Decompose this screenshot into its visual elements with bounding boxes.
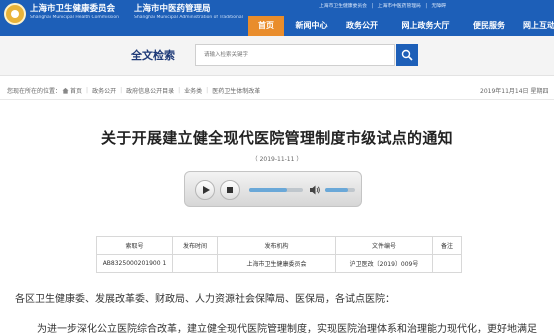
breadcrumb-item-business[interactable]: 业务类: [184, 86, 202, 95]
search-title: 全文检索: [131, 49, 175, 62]
breadcrumb-item-government-affairs[interactable]: 政务公开: [92, 86, 116, 95]
table-cell-remarks: [432, 254, 462, 273]
table-header-cell: 索取号: [96, 236, 173, 255]
document-title: 关于开展建立健全现代医院管理制度市级试点的通知: [101, 129, 453, 147]
progress-bar-fill: [249, 188, 287, 192]
emblem-logo-icon: [4, 3, 26, 25]
top-link-separator: |: [371, 4, 374, 9]
stop-icon[interactable]: [220, 180, 240, 200]
org-name-health-commission[interactable]: 上海市卫生健康委员会: [30, 2, 115, 14]
site-header: 上海市卫生健康委员会 Shanghai Municipal Health Com…: [0, 0, 554, 36]
table-cell-index-number: AB8325000201900 1: [96, 254, 173, 273]
breadcrumb-item-medical-reform[interactable]: 医药卫生体制改革: [212, 86, 260, 95]
main-nav: 首页 新闻中心 政务公开 网上政务大厅 便民服务 网上互动: [248, 16, 554, 36]
top-link-separator: |: [425, 4, 428, 9]
volume-icon[interactable]: [309, 184, 321, 196]
breadcrumb-prefix: 您现在所在的位置：: [7, 88, 62, 95]
breadcrumb: 您现在所在的位置： 首页 | 政务公开 | 政府信息公开目录 | 业务类 | 医…: [7, 86, 260, 95]
table-cell-document-number: 沪卫医改〔2019〕009号: [335, 254, 433, 273]
volume-slider-fill: [325, 188, 348, 192]
search-band: 全文检索: [0, 36, 554, 76]
nav-convenience-services[interactable]: 便民服务: [463, 16, 515, 36]
table-row: AB8325000201900 1 上海市卫生健康委员会 沪卫医改〔2019〕0…: [96, 254, 462, 273]
top-link-tcm[interactable]: 上海市中医药管理局: [378, 4, 421, 9]
org-name-health-commission-en: Shanghai Municipal Health Commission: [30, 15, 119, 20]
table-cell-publisher: 上海市卫生健康委员会: [217, 254, 336, 273]
breadcrumb-separator: |: [86, 87, 89, 94]
body-paragraph-intro: 为进一步深化公立医院综合改革，建立健全现代医院管理制度，实现医院治理体系和治理能…: [37, 324, 537, 334]
divider: [0, 99, 554, 100]
nav-government-affairs[interactable]: 政务公开: [336, 16, 388, 36]
nav-home[interactable]: 首页: [248, 16, 284, 36]
table-header-cell: 发布时间: [172, 236, 218, 255]
body-paragraph-addressees: 各区卫生健康委、发展改革委、财政局、人力资源社会保障局、医保局，各试点医院：: [15, 294, 395, 305]
top-link-accessibility[interactable]: 无障碍: [432, 4, 446, 9]
progress-bar[interactable]: [249, 188, 303, 192]
document-info-table: 索取号 发布时间 发布机构 文件编号 备注 AB8325000201900 1 …: [96, 236, 462, 273]
breadcrumb-item-home[interactable]: 首页: [70, 86, 82, 95]
breadcrumb-item-info-catalog[interactable]: 政府信息公开目录: [126, 86, 174, 95]
table-header-cell: 文件编号: [335, 236, 433, 255]
nav-online-services-hall[interactable]: 网上政务大厅: [388, 16, 463, 36]
top-links: 上海市卫生健康委员会 | 上海市中医药管理局 | 无障碍: [319, 2, 449, 9]
table-header-cell: 发布机构: [217, 236, 336, 255]
breadcrumb-separator: |: [206, 87, 209, 94]
search-input[interactable]: [195, 44, 395, 66]
org-name-tcm-administration[interactable]: 上海市中医药管理局: [134, 2, 211, 14]
search-button[interactable]: [396, 44, 418, 66]
nav-news-center[interactable]: 新闻中心: [287, 16, 336, 36]
table-header-row: 索取号 发布时间 发布机构 文件编号 备注: [96, 236, 462, 255]
play-icon[interactable]: [195, 180, 215, 200]
search-icon: [401, 49, 413, 61]
audio-player: [184, 171, 362, 207]
document-date: （ 2019-11-11 ）: [251, 156, 303, 163]
volume-slider[interactable]: [325, 188, 355, 192]
table-cell-publish-time: [172, 254, 218, 273]
breadcrumb-separator: |: [178, 87, 181, 94]
home-icon: [62, 87, 69, 94]
current-date: 2019年11月14日 星期四: [480, 88, 549, 95]
org-name-tcm-administration-en: Shanghai Municipal Administration of Tra…: [134, 15, 244, 20]
nav-online-interaction[interactable]: 网上互动: [515, 16, 554, 36]
top-link-health-commission[interactable]: 上海市卫生健康委员会: [319, 4, 367, 9]
breadcrumb-separator: |: [120, 87, 123, 94]
table-header-cell: 备注: [432, 236, 462, 255]
